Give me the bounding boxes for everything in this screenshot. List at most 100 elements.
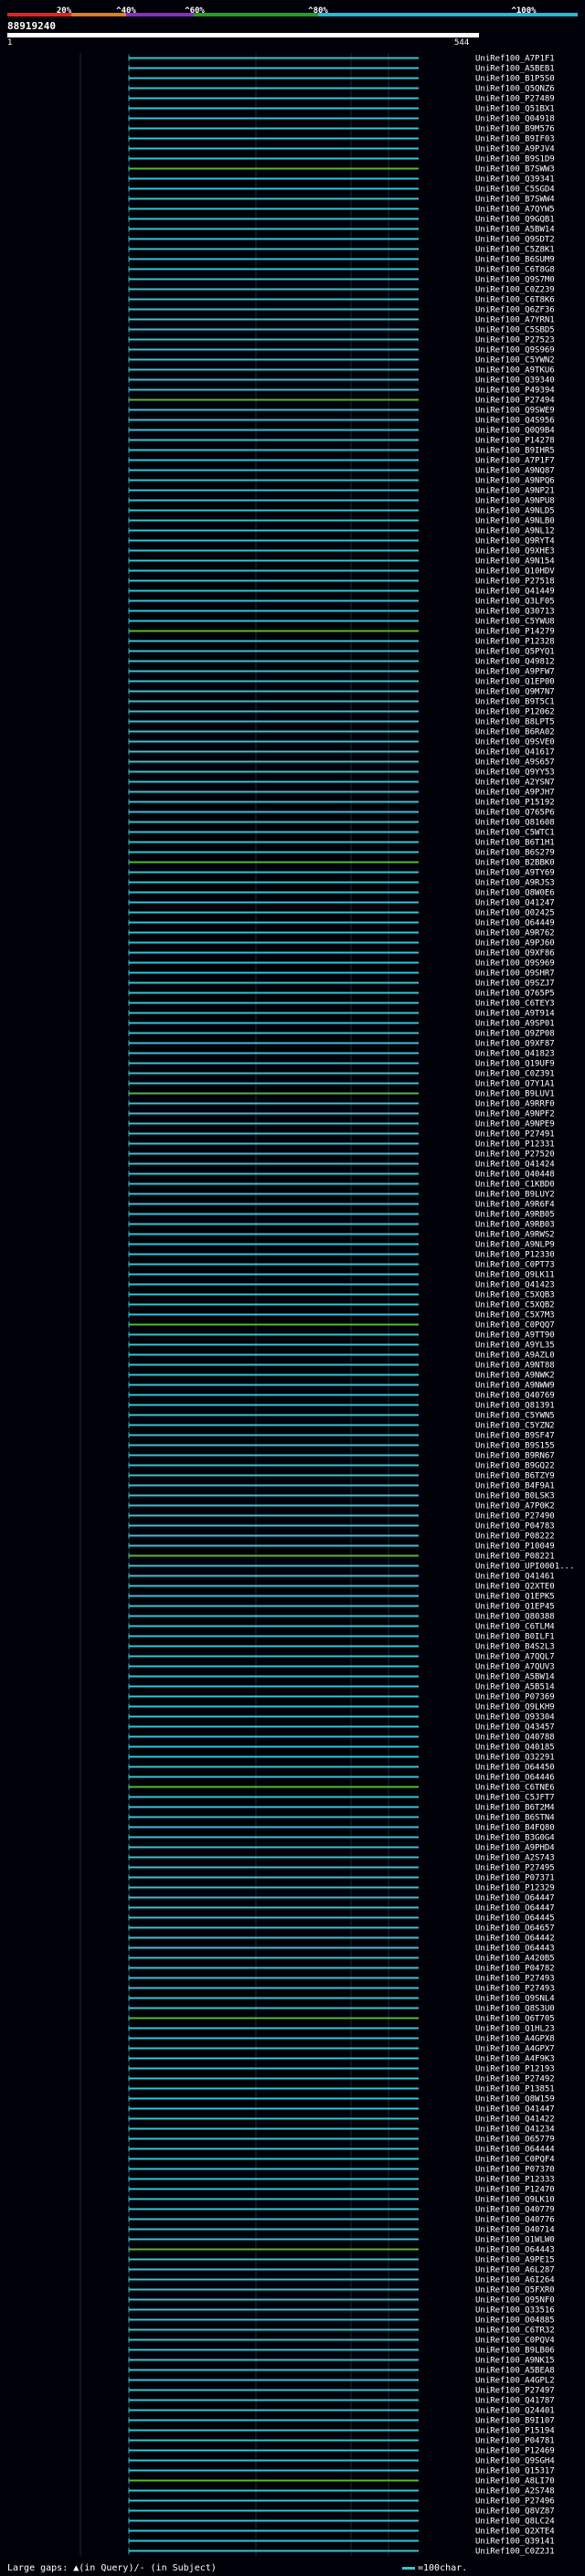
hit-row[interactable]: UniRef100_O04885 — [128, 2316, 555, 2326]
hit-row[interactable]: UniRef100_P12333 — [128, 2176, 555, 2185]
hit-row[interactable]: UniRef100_Q41424 — [128, 1161, 555, 1170]
hit-label[interactable]: UniRef100_Q04918 — [475, 115, 555, 124]
hit-row[interactable]: UniRef100_A9NLD5 — [128, 507, 555, 516]
hit-label[interactable]: UniRef100_C5JFT7 — [475, 1794, 555, 1803]
hit-row[interactable]: UniRef100_A7P0K2 — [128, 1502, 555, 1511]
hit-row[interactable]: UniRef100_Q41617 — [128, 748, 555, 758]
hit-row[interactable]: UniRef100_Q765P6 — [128, 809, 555, 818]
hit-label[interactable]: UniRef100_C6TEY3 — [475, 1000, 555, 1009]
hit-row[interactable]: UniRef100_C5X7M3 — [128, 1311, 555, 1320]
hit-label[interactable]: UniRef100_Q40714 — [475, 2226, 555, 2235]
hit-row[interactable]: UniRef100_Q9GQB1 — [128, 216, 555, 225]
hit-row[interactable]: UniRef100_Q33516 — [128, 2306, 555, 2316]
hit-row[interactable]: UniRef100_C5YWN2 — [128, 356, 555, 366]
hit-row[interactable]: UniRef100_A9RRF0 — [128, 1100, 555, 1109]
hit-label[interactable]: UniRef100_Q32291 — [475, 1754, 555, 1763]
hit-row[interactable]: UniRef100_P12328 — [128, 638, 555, 647]
hit-label[interactable]: UniRef100_A9NQ87 — [475, 467, 555, 476]
hit-row[interactable]: UniRef100_Q41787 — [128, 2397, 555, 2406]
hit-row[interactable]: UniRef100_Q1EP45 — [128, 1603, 555, 1612]
hit-label[interactable]: UniRef100_A9NL12 — [475, 527, 555, 536]
hit-label[interactable]: UniRef100_A9NT88 — [475, 1362, 555, 1371]
hit-label[interactable]: UniRef100_A5BW14 — [475, 226, 555, 235]
hit-row[interactable]: UniRef100_Q0Q9B4 — [128, 427, 555, 436]
hit-label[interactable]: UniRef100_Q81608 — [475, 819, 555, 828]
hit-label[interactable]: UniRef100_Q4S956 — [475, 417, 555, 426]
hit-row[interactable]: UniRef100_O64447 — [128, 1904, 555, 1913]
hit-label[interactable]: UniRef100_Q81391 — [475, 1402, 555, 1411]
hit-row[interactable]: UniRef100_C5SBD5 — [128, 326, 555, 335]
hit-row[interactable]: UniRef100_P27520 — [128, 1150, 555, 1160]
hit-row[interactable]: UniRef100_B9T5C1 — [128, 698, 555, 707]
hit-label[interactable]: UniRef100_P27523 — [475, 336, 555, 345]
hit-label[interactable]: UniRef100_B6T1H1 — [475, 839, 555, 848]
hit-label[interactable]: UniRef100_A2YSN7 — [475, 779, 555, 788]
hit-row[interactable]: UniRef100_A9NT88 — [128, 1362, 555, 1371]
hit-row[interactable]: UniRef100_A9R762 — [128, 929, 555, 938]
hit-label[interactable]: UniRef100_A9NLP9 — [475, 1241, 555, 1250]
hit-row[interactable]: UniRef100_Q40776 — [128, 2216, 555, 2225]
hit-label[interactable]: UniRef100_Q7Y1A1 — [475, 1080, 555, 1089]
hit-label[interactable]: UniRef100_Q9XF86 — [475, 949, 555, 959]
hit-row[interactable]: UniRef100_P15192 — [128, 799, 555, 808]
hit-row[interactable]: UniRef100_O64446 — [128, 1774, 555, 1783]
hit-label[interactable]: UniRef100_Q5PYQ1 — [475, 648, 555, 657]
hit-label[interactable]: UniRef100_A5BEA8 — [475, 2367, 555, 2376]
hit-row[interactable]: UniRef100_Q40769 — [128, 1392, 555, 1401]
hit-label[interactable]: UniRef100_A9NLB0 — [475, 517, 555, 526]
hit-row[interactable]: UniRef100_C5SGD4 — [128, 186, 555, 195]
hit-label[interactable]: UniRef100_P14279 — [475, 628, 555, 637]
hit-label[interactable]: UniRef100_C1KBD0 — [475, 1181, 555, 1190]
hit-label[interactable]: UniRef100_Q9SGH4 — [475, 2457, 555, 2466]
hit-label[interactable]: UniRef100_A7P0K2 — [475, 1502, 555, 1511]
hit-row[interactable]: UniRef100_O64443 — [128, 2246, 555, 2255]
hit-row[interactable]: UniRef100_A9NPQ6 — [128, 477, 555, 486]
hit-row[interactable]: UniRef100_A9NK15 — [128, 2357, 555, 2366]
hit-row[interactable]: UniRef100_B9S155 — [128, 1442, 555, 1451]
hit-label[interactable]: UniRef100_A9R762 — [475, 929, 555, 938]
hit-label[interactable]: UniRef100_Q0Q9B4 — [475, 427, 555, 436]
hit-label[interactable]: UniRef100_A9RB05 — [475, 1211, 555, 1220]
hit-label[interactable]: UniRef100_Q64449 — [475, 919, 555, 928]
hit-label[interactable]: UniRef100_P13851 — [475, 2085, 555, 2094]
hit-row[interactable]: UniRef100_P27497 — [128, 2387, 555, 2396]
hit-row[interactable]: UniRef100_A9S657 — [128, 758, 555, 768]
hit-row[interactable]: UniRef100_Q41247 — [128, 899, 555, 908]
hit-row[interactable]: UniRef100_O64447 — [128, 1894, 555, 1903]
hit-row[interactable]: UniRef100_Q41423 — [128, 1281, 555, 1290]
hit-row[interactable]: UniRef100_C6TEY3 — [128, 1000, 555, 1009]
hit-row[interactable]: UniRef100_C5XQB3 — [128, 1291, 555, 1300]
hit-label[interactable]: UniRef100_C5XQB3 — [475, 1291, 555, 1300]
hit-label[interactable]: UniRef100_B9LUV1 — [475, 1090, 555, 1099]
hit-row[interactable]: UniRef100_B6S279 — [128, 849, 555, 858]
hit-label[interactable]: UniRef100_Q6ZF36 — [475, 306, 555, 315]
hit-label[interactable]: UniRef100_Q9YY53 — [475, 769, 555, 778]
hit-label[interactable]: UniRef100_Q41234 — [475, 2125, 555, 2135]
hit-label[interactable]: UniRef100_B6S279 — [475, 849, 555, 858]
hit-label[interactable]: UniRef100_P12330 — [475, 1251, 555, 1260]
hit-label[interactable]: UniRef100_Q41449 — [475, 588, 555, 597]
hit-label[interactable]: UniRef100_Q41461 — [475, 1573, 555, 1582]
hit-label[interactable]: UniRef100_B3G0G4 — [475, 1834, 555, 1843]
hit-label[interactable]: UniRef100_C5WTC1 — [475, 829, 555, 838]
hit-label[interactable]: UniRef100_O64447 — [475, 1904, 555, 1913]
hit-label[interactable]: UniRef100_Q9M7N7 — [475, 688, 555, 697]
hit-label[interactable]: UniRef100_Q6T705 — [475, 2015, 555, 2024]
hit-label[interactable]: UniRef100_P49394 — [475, 387, 555, 396]
hit-row[interactable]: UniRef100_B6SUM9 — [128, 256, 555, 265]
hit-label[interactable]: UniRef100_Q8W159 — [475, 2095, 555, 2104]
hit-label[interactable]: UniRef100_A9NPU8 — [475, 497, 555, 506]
hit-label[interactable]: UniRef100_Q24401 — [475, 2407, 555, 2416]
hit-row[interactable]: UniRef100_Q1HL23 — [128, 2025, 555, 2034]
hit-label[interactable]: UniRef100_Q8VZ87 — [475, 2507, 555, 2517]
hit-label[interactable]: UniRef100_C5XQB2 — [475, 1301, 555, 1310]
hit-row[interactable]: UniRef100_P14278 — [128, 437, 555, 446]
hit-row[interactable]: UniRef100_A5BEB1 — [128, 65, 555, 74]
hit-row[interactable]: UniRef100_P12193 — [128, 2065, 555, 2074]
hit-row[interactable]: UniRef100_Q32291 — [128, 1754, 555, 1763]
hit-row[interactable]: UniRef100_A7QYW5 — [128, 206, 555, 215]
hit-label[interactable]: UniRef100_Q9GQB1 — [475, 216, 555, 225]
hit-row[interactable]: UniRef100_Q39141 — [128, 2538, 555, 2547]
hit-label[interactable]: UniRef100_A7P1F1 — [475, 55, 555, 64]
hit-label[interactable]: UniRef100_A9NWK2 — [475, 1372, 555, 1381]
